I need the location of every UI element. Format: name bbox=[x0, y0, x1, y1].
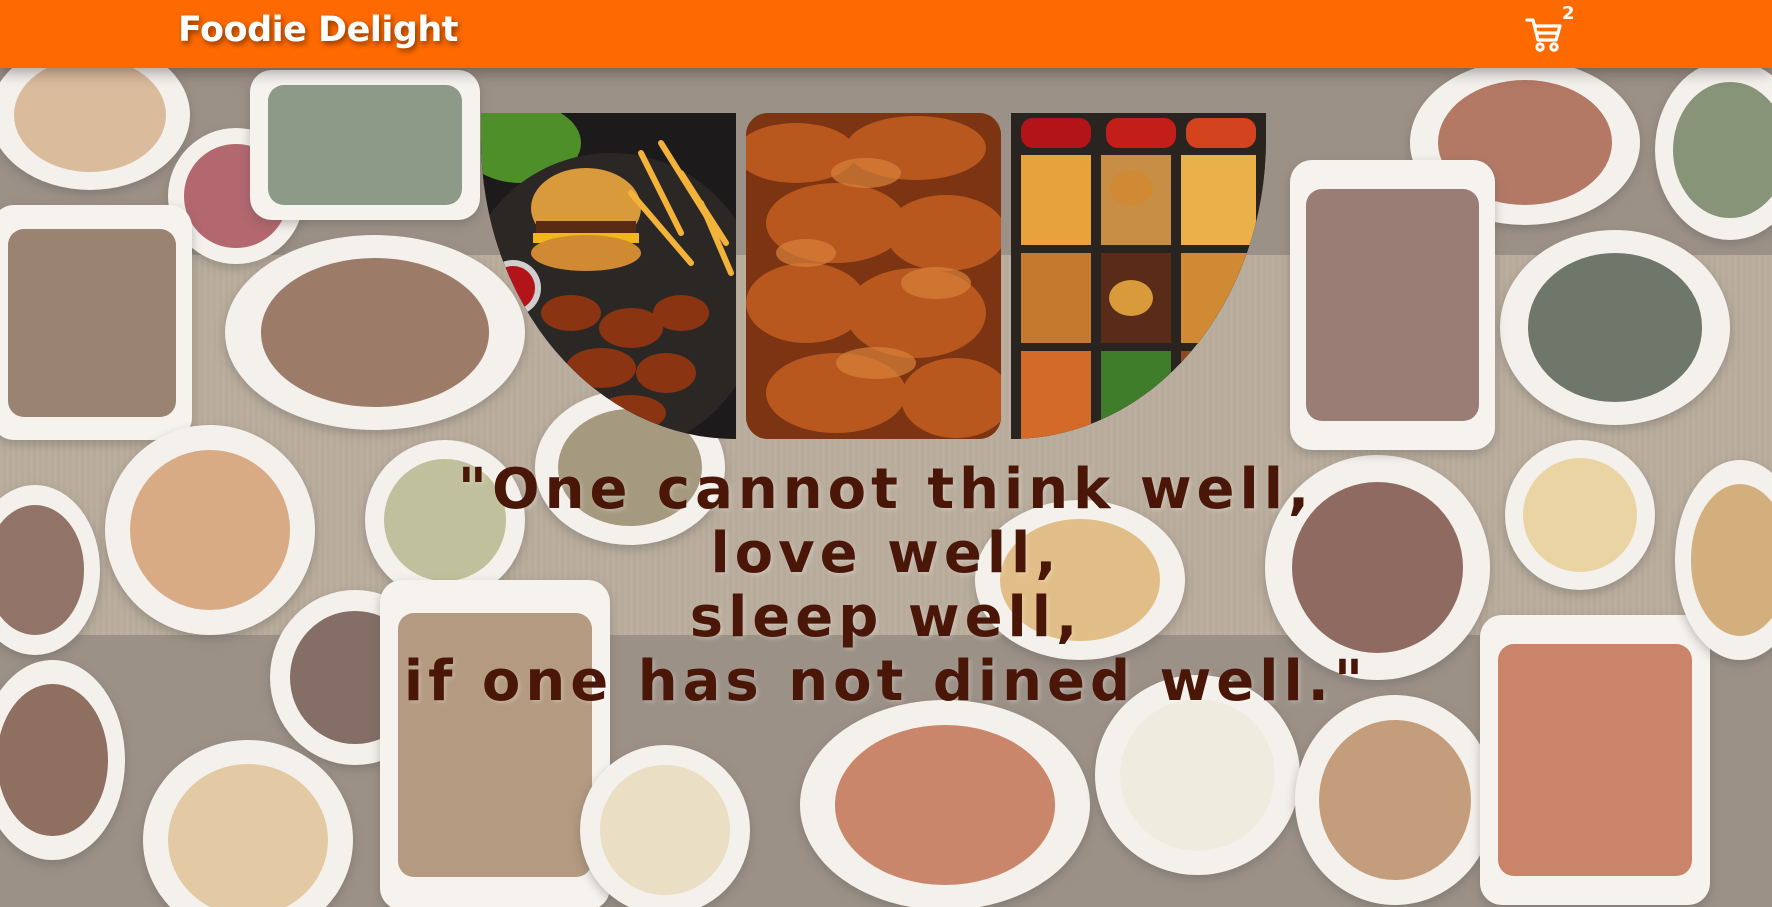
quote-line: love well, bbox=[710, 521, 1062, 586]
hero-quote: "One cannot think well, love well, sleep… bbox=[270, 458, 1502, 714]
brand-logo[interactable]: Foodie Delight bbox=[178, 10, 459, 50]
gallery-image-fried-chicken bbox=[746, 113, 1001, 439]
quote-line: "One cannot think well, bbox=[457, 457, 1315, 522]
quote-line: sleep well, bbox=[689, 585, 1083, 650]
cart-icon[interactable] bbox=[1524, 14, 1564, 54]
quote-line: if one has not dined well." bbox=[403, 649, 1369, 714]
top-navbar: Foodie Delight 2 bbox=[0, 0, 1772, 68]
cart-count-badge: 2 bbox=[1562, 3, 1575, 24]
